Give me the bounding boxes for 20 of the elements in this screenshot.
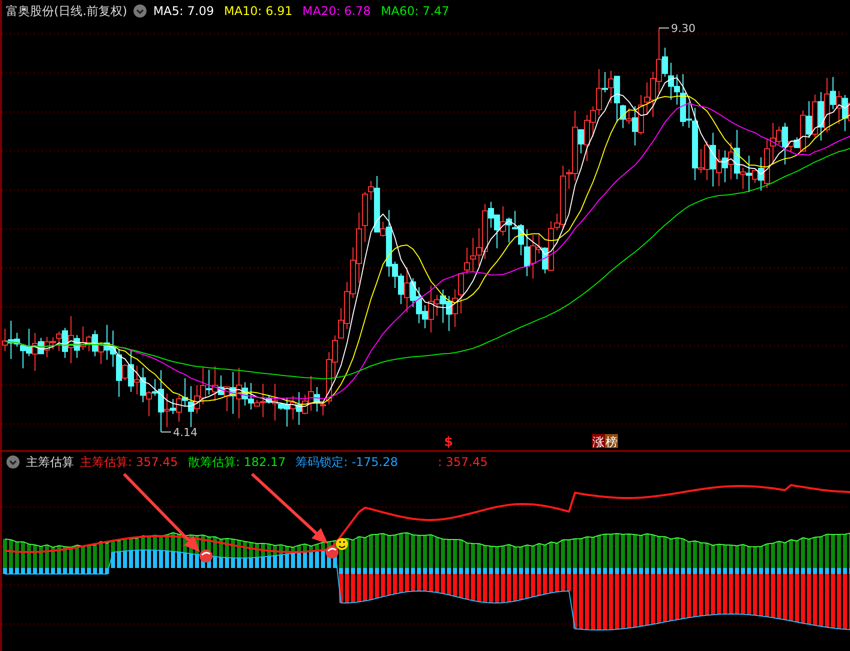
indicator-value: MA5: 7.09 bbox=[153, 4, 214, 18]
indicator-value: MA20: 6.78 bbox=[302, 4, 371, 18]
indicator-value: MA10: 6.91 bbox=[224, 4, 292, 18]
signal-marker: $ bbox=[444, 435, 454, 450]
list-badge: 榜 bbox=[605, 434, 618, 449]
dropdown-icon[interactable] bbox=[6, 455, 20, 469]
panel-title: 富奥股份(日线.前复权) bbox=[6, 2, 128, 20]
smiley-icon bbox=[336, 538, 348, 550]
indicator-value: 散筹估算: 182.17 bbox=[188, 454, 286, 470]
low-price-label: 4.14 bbox=[173, 426, 198, 439]
indicator-value: 筹码锁定: -175.28 bbox=[296, 454, 398, 470]
indicator-value: : 357.45 bbox=[438, 455, 488, 469]
dropdown-icon[interactable] bbox=[133, 4, 148, 18]
ball-icon bbox=[200, 550, 212, 562]
indicator-value: 主筹估算: 357.45 bbox=[80, 454, 178, 470]
high-price-label: 9.30 bbox=[671, 22, 696, 35]
list-badge: 涨 bbox=[592, 434, 605, 449]
indicator-value: MA60: 7.47 bbox=[380, 4, 450, 18]
panel-title: 主筹估算 bbox=[26, 454, 74, 470]
ball-icon bbox=[326, 546, 338, 558]
